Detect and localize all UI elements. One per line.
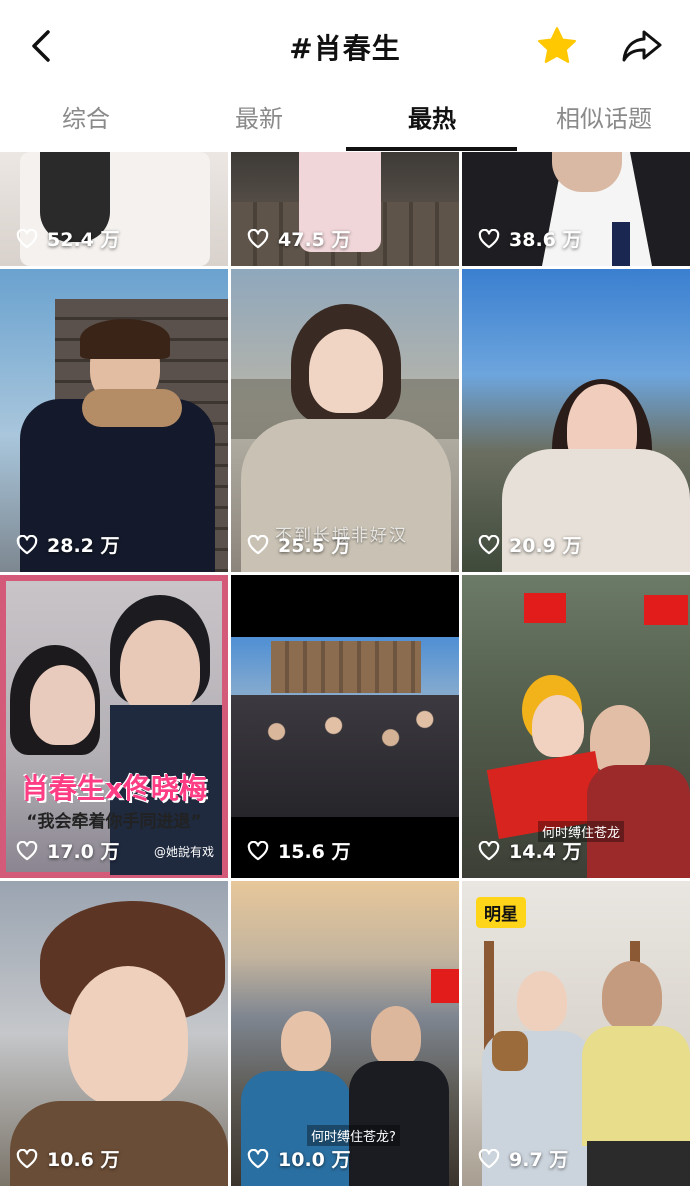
heart-icon [16, 840, 38, 860]
video-card[interactable]: 何时缚住苍龙? 10.0 万 [231, 881, 459, 1186]
like-count-text: 38.6 万 [509, 229, 582, 251]
video-thumbnail [0, 881, 228, 1186]
heart-icon [247, 228, 269, 248]
video-thumbnail [0, 269, 228, 572]
favorite-button[interactable] [535, 24, 579, 68]
like-count-text: 10.0 万 [278, 1149, 351, 1171]
tab-similar-topics[interactable]: 相似话题 [518, 92, 690, 146]
active-tab-indicator [346, 147, 517, 151]
tab-latest[interactable]: 最新 [173, 92, 345, 146]
like-count-text: 20.9 万 [509, 535, 582, 557]
tab-general[interactable]: 综合 [0, 92, 172, 146]
heart-icon [16, 228, 38, 248]
tab-hottest[interactable]: 最热 [346, 92, 518, 146]
like-count: 38.6 万 [478, 225, 582, 252]
like-count: 52.4 万 [16, 225, 120, 252]
like-count: 10.0 万 [247, 1145, 351, 1172]
video-card[interactable]: 47.5 万 [231, 152, 459, 266]
video-card[interactable]: 肖春生x佟晓梅 “我会牵着你手同进退” @她說有戏 17.0 万 [0, 575, 228, 878]
video-card[interactable]: 明星 9.7 万 [462, 881, 690, 1186]
like-count-text: 14.4 万 [509, 841, 582, 863]
like-count: 9.7 万 [478, 1145, 568, 1172]
page-title: #肖春生 [289, 32, 401, 65]
poster-subtitle: “我会牵着你手同进退” [26, 812, 202, 832]
heart-icon [478, 228, 500, 248]
video-card[interactable]: 10.6 万 [0, 881, 228, 1186]
heart-icon [247, 840, 269, 860]
like-count: 20.9 万 [478, 531, 582, 558]
like-count-text: 17.0 万 [47, 841, 120, 863]
video-caption: 何时缚住苍龙? [307, 1125, 400, 1146]
heart-icon [247, 534, 269, 554]
video-card[interactable]: 28.2 万 [0, 269, 228, 572]
heart-icon [16, 534, 38, 554]
like-count: 10.6 万 [16, 1145, 120, 1172]
like-count-text: 52.4 万 [47, 229, 120, 251]
video-card[interactable]: 20.9 万 [462, 269, 690, 572]
video-thumbnail [462, 269, 690, 572]
video-card[interactable]: 52.4 万 [0, 152, 228, 266]
video-thumbnail [231, 575, 459, 878]
video-card[interactable]: 38.6 万 [462, 152, 690, 266]
like-count: 15.6 万 [247, 837, 351, 864]
like-count: 47.5 万 [247, 225, 351, 252]
like-count: 28.2 万 [16, 531, 120, 558]
poster-title: 肖春生x佟晓梅 [20, 772, 208, 805]
tab-bar: 综合 最新 最热 相似话题 [0, 92, 690, 150]
poster-credit: @她說有戏 [153, 845, 214, 859]
share-icon [622, 30, 662, 62]
like-count-text: 15.6 万 [278, 841, 351, 863]
like-count: 25.5 万 [247, 531, 351, 558]
like-count-text: 9.7 万 [509, 1149, 569, 1171]
heart-icon [247, 1148, 269, 1168]
video-card[interactable]: 不到长城非好汉 25.5 万 [231, 269, 459, 572]
heart-icon [16, 1148, 38, 1168]
heart-icon [478, 1148, 500, 1168]
like-count-text: 28.2 万 [47, 535, 120, 557]
like-count-text: 10.6 万 [47, 1149, 120, 1171]
star-icon [538, 27, 576, 63]
video-card[interactable]: 何时缚住苍龙 14.4 万 [462, 575, 690, 878]
heart-icon [478, 534, 500, 554]
video-thumbnail [0, 575, 228, 878]
like-count-text: 25.5 万 [278, 535, 351, 557]
like-count-text: 47.5 万 [278, 229, 351, 251]
share-button[interactable] [618, 24, 666, 68]
top-bar: #肖春生 [0, 0, 690, 92]
like-count: 17.0 万 [16, 837, 120, 864]
video-grid: 52.4 万 47.5 万 38.6 万 28.2 万 不到长城非好汉 25.5… [0, 152, 690, 1186]
video-card[interactable]: 15.6 万 [231, 575, 459, 878]
celebrity-badge: 明星 [476, 897, 526, 928]
heart-icon [478, 840, 500, 860]
like-count: 14.4 万 [478, 837, 582, 864]
